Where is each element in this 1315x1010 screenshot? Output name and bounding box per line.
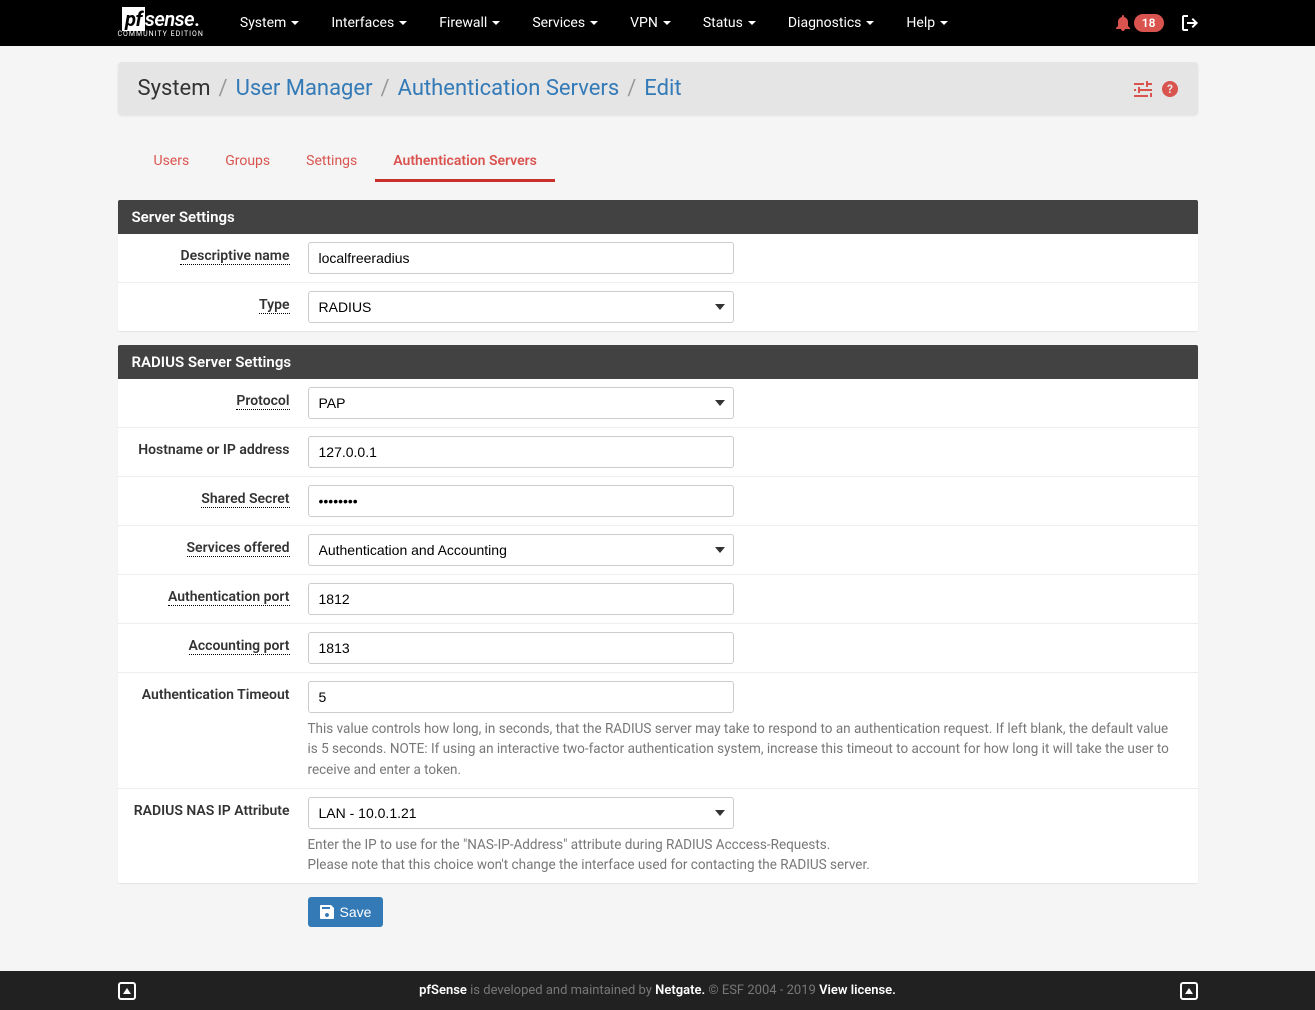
caret-icon [663, 21, 671, 25]
nav-firewall[interactable]: Firewall [423, 0, 516, 46]
notifications-button[interactable]: 18 [1116, 14, 1164, 32]
breadcrumb-edit[interactable]: Edit [644, 76, 681, 101]
caret-icon [748, 21, 756, 25]
brand-logo[interactable]: pfsense. COMMUNITY EDITION [118, 7, 204, 40]
nav-status[interactable]: Status [687, 0, 772, 46]
label-auth-port: Authentication port [168, 589, 290, 606]
tab-settings[interactable]: Settings [288, 143, 375, 182]
nav-diagnostics[interactable]: Diagnostics [772, 0, 891, 46]
row-auth-port: Authentication port [118, 575, 1198, 624]
select-services-offered[interactable]: Authentication and Accounting [308, 534, 734, 566]
tab-users[interactable]: Users [136, 143, 208, 182]
scroll-top-button[interactable] [1180, 982, 1198, 1000]
row-nas-ip: RADIUS NAS IP Attribute LAN - 10.0.1.21 … [118, 789, 1198, 884]
label-type: Type [259, 297, 289, 314]
save-button[interactable]: Save [308, 897, 384, 927]
bell-icon [1116, 15, 1130, 31]
label-nas-ip: RADIUS NAS IP Attribute [134, 803, 290, 819]
label-shared-secret: Shared Secret [201, 491, 289, 508]
row-auth-timeout: Authentication Timeout This value contro… [118, 673, 1198, 789]
help-auth-timeout: This value controls how long, in seconds… [308, 719, 1178, 780]
nav-vpn[interactable]: VPN [614, 0, 687, 46]
footer: pfSense is developed and maintained by N… [0, 971, 1315, 1010]
shortcuts-button[interactable] [1134, 81, 1152, 97]
question-circle-icon: ? [1162, 81, 1178, 97]
row-services-offered: Services offered Authentication and Acco… [118, 526, 1198, 575]
logout-icon [1182, 15, 1198, 31]
breadcrumb-bar: System / User Manager / Authentication S… [118, 62, 1198, 115]
tab-groups[interactable]: Groups [207, 143, 288, 182]
caret-icon [866, 21, 874, 25]
caret-icon [399, 21, 407, 25]
nav-interfaces[interactable]: Interfaces [315, 0, 423, 46]
caret-icon [291, 21, 299, 25]
tab-authservers[interactable]: Authentication Servers [375, 143, 555, 182]
nav-services[interactable]: Services [516, 0, 614, 46]
row-hostname: Hostname or IP address [118, 428, 1198, 477]
breadcrumb-usermanager[interactable]: User Manager [236, 76, 373, 101]
label-acct-port: Accounting port [189, 638, 290, 655]
input-auth-port[interactable] [308, 583, 734, 615]
select-protocol[interactable]: PAP [308, 387, 734, 419]
chevron-up-icon [1185, 988, 1193, 994]
top-navbar: pfsense. COMMUNITY EDITION System Interf… [0, 0, 1315, 46]
breadcrumb-authservers[interactable]: Authentication Servers [398, 76, 620, 101]
nav-help[interactable]: Help [890, 0, 964, 46]
label-hostname: Hostname or IP address [138, 442, 289, 458]
caret-icon [940, 21, 948, 25]
panel-server-settings: Server Settings Descriptive name Type RA… [118, 200, 1198, 331]
input-hostname[interactable] [308, 436, 734, 468]
caret-icon [590, 21, 598, 25]
row-type: Type RADIUS [118, 283, 1198, 331]
label-services-offered: Services offered [187, 540, 290, 557]
row-descriptive-name: Descriptive name [118, 234, 1198, 283]
help-button[interactable]: ? [1162, 81, 1178, 97]
view-license-link[interactable]: View license. [819, 983, 896, 998]
row-shared-secret: Shared Secret [118, 477, 1198, 526]
panel-radius-settings: RADIUS Server Settings Protocol PAP Host… [118, 345, 1198, 883]
select-type[interactable]: RADIUS [308, 291, 734, 323]
breadcrumb: System / User Manager / Authentication S… [138, 76, 682, 101]
row-acct-port: Accounting port [118, 624, 1198, 673]
panel-header: Server Settings [118, 200, 1198, 234]
tab-bar: Users Groups Settings Authentication Ser… [118, 143, 1198, 182]
sliders-icon [1134, 81, 1152, 97]
scroll-top-button[interactable] [118, 982, 136, 1000]
label-protocol: Protocol [236, 393, 289, 410]
row-protocol: Protocol PAP [118, 379, 1198, 428]
footer-text: pfSense is developed and maintained by N… [419, 983, 896, 998]
select-nas-ip[interactable]: LAN - 10.0.1.21 [308, 797, 734, 829]
breadcrumb-root: System [138, 76, 211, 101]
nav-system[interactable]: System [224, 0, 315, 46]
panel-header: RADIUS Server Settings [118, 345, 1198, 379]
input-auth-timeout[interactable] [308, 681, 734, 713]
input-acct-port[interactable] [308, 632, 734, 664]
caret-icon [492, 21, 500, 25]
logout-button[interactable] [1182, 15, 1198, 31]
main-menu: System Interfaces Firewall Services VPN … [224, 0, 964, 46]
notification-count: 18 [1134, 14, 1164, 32]
help-nas-ip-2: Please note that this choice won't chang… [308, 855, 1178, 875]
chevron-up-icon [123, 988, 131, 994]
help-nas-ip-1: Enter the IP to use for the "NAS-IP-Addr… [308, 835, 1178, 855]
input-shared-secret[interactable] [308, 485, 734, 517]
label-descriptive-name: Descriptive name [180, 248, 289, 265]
input-descriptive-name[interactable] [308, 242, 734, 274]
save-icon [320, 905, 334, 919]
label-auth-timeout: Authentication Timeout [142, 687, 290, 703]
svg-text:?: ? [1167, 82, 1173, 96]
